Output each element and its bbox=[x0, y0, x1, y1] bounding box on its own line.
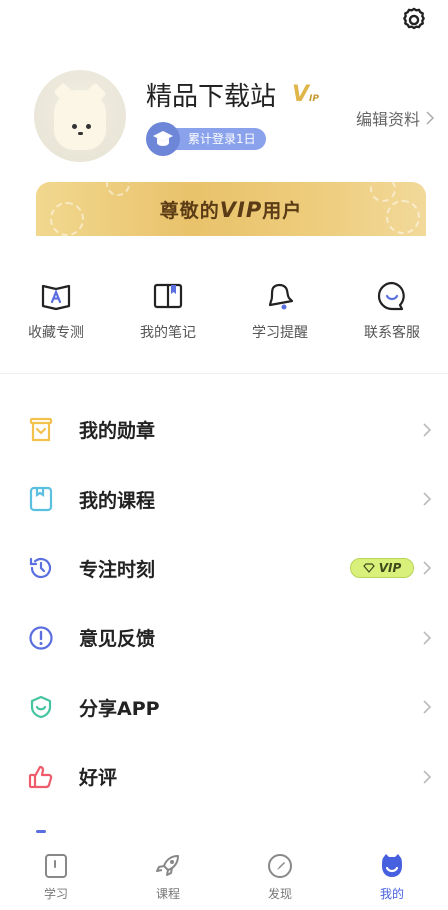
menu-item-medals[interactable]: 我的勋章 bbox=[0, 395, 448, 464]
quick-reminder[interactable]: 学习提醒 bbox=[224, 280, 336, 350]
section-divider bbox=[0, 373, 448, 374]
notebook-icon bbox=[153, 283, 183, 309]
chevron-right-icon bbox=[423, 423, 432, 437]
course-icon bbox=[28, 486, 54, 512]
chevron-right-icon bbox=[426, 111, 434, 125]
tab-study[interactable]: 学习 bbox=[0, 842, 112, 910]
menu-list: 我的勋章 我的课程 专注时刻 VIP 意见反馈 分享APP 好评 bbox=[0, 395, 448, 811]
chevron-right-icon bbox=[423, 770, 432, 784]
chat-smile-icon bbox=[377, 281, 405, 311]
quick-notes[interactable]: 我的笔记 bbox=[112, 280, 224, 350]
chevron-right-icon bbox=[423, 631, 432, 645]
settings-button[interactable] bbox=[400, 6, 428, 34]
quick-actions: 收藏专测 我的笔记 学习提醒 联系客服 bbox=[0, 280, 448, 350]
tab-discover[interactable]: 发现 bbox=[224, 842, 336, 910]
chevron-right-icon bbox=[423, 561, 432, 576]
next-item-peek bbox=[36, 830, 46, 833]
chevron-right-icon bbox=[423, 700, 432, 714]
quick-favorites[interactable]: 收藏专测 bbox=[0, 280, 112, 350]
username: 精品下载站 bbox=[146, 82, 277, 112]
bottom-tab-bar: 学习 课程 发现 我的 bbox=[0, 842, 448, 910]
quick-support[interactable]: 联系客服 bbox=[336, 280, 448, 350]
thumbs-up-icon bbox=[28, 764, 54, 790]
compass-icon bbox=[268, 854, 292, 878]
tab-mine[interactable]: 我的 bbox=[336, 842, 448, 910]
graduation-cap-icon bbox=[146, 122, 180, 156]
medal-icon bbox=[28, 417, 54, 443]
edit-profile-link[interactable]: 编辑资料 bbox=[356, 106, 434, 130]
rocket-icon bbox=[156, 855, 179, 876]
profile-section: 精品下载站 VIP 累计登录1日 编辑资料 bbox=[34, 70, 448, 170]
book-a-icon bbox=[41, 284, 71, 311]
vip-badge: VIP bbox=[350, 558, 414, 579]
diamond-icon bbox=[362, 563, 375, 574]
gear-icon bbox=[403, 7, 425, 30]
bell-icon bbox=[268, 283, 294, 310]
share-smile-icon bbox=[28, 694, 54, 720]
menu-item-courses[interactable]: 我的课程 bbox=[0, 464, 448, 533]
profile-icon bbox=[382, 854, 402, 877]
study-icon bbox=[45, 854, 67, 878]
tab-courses[interactable]: 课程 bbox=[112, 842, 224, 910]
menu-item-focus-time[interactable]: 专注时刻 VIP bbox=[0, 534, 448, 603]
menu-item-feedback[interactable]: 意见反馈 bbox=[0, 603, 448, 672]
login-days-badge: 累计登录1日 bbox=[146, 122, 270, 156]
clock-rotate-icon bbox=[28, 555, 54, 581]
menu-item-share[interactable]: 分享APP bbox=[0, 673, 448, 742]
avatar[interactable] bbox=[34, 70, 126, 162]
vip-crown-icon: VIP bbox=[292, 82, 319, 107]
vip-banner[interactable]: 尊敬的VIP用户 bbox=[36, 182, 426, 236]
vip-banner-title: 尊敬的VIP用户 bbox=[159, 198, 303, 222]
chevron-right-icon bbox=[423, 492, 432, 506]
menu-item-rate[interactable]: 好评 bbox=[0, 742, 448, 811]
exclamation-icon bbox=[28, 625, 54, 651]
